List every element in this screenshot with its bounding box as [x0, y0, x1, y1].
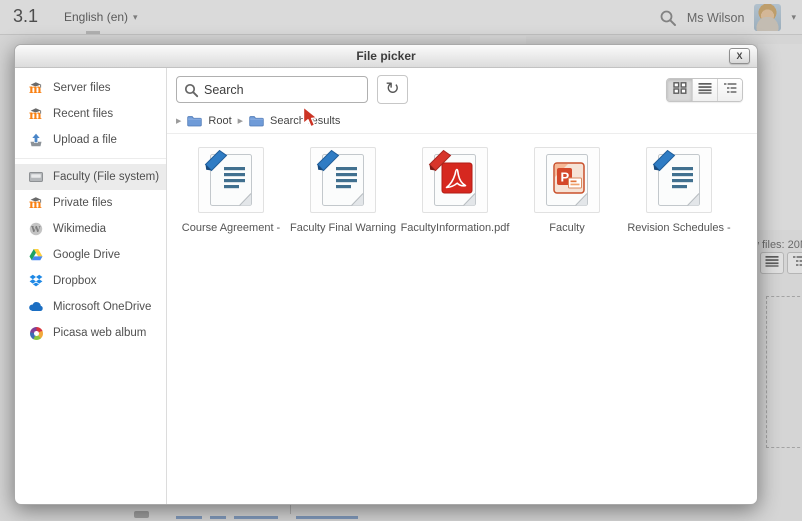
background-drop-area [766, 296, 802, 448]
sidebar-item-label: Dropbox [53, 275, 96, 287]
search-box [176, 76, 368, 103]
file-name: Course Agreement - [182, 222, 280, 234]
top-navbar: 3.1 English (en) ▾ Ms Wilson ▾ [0, 0, 802, 35]
picasa-icon [28, 325, 44, 341]
dropbox-icon [28, 273, 44, 289]
file-name: Faculty Final Warning [290, 222, 396, 234]
pdf-file-icon [422, 147, 488, 213]
doc-file-icon [198, 147, 264, 213]
sidebar-divider [15, 158, 166, 159]
chevron-down-icon[interactable]: ▾ [791, 12, 796, 23]
folder-icon [187, 115, 202, 127]
onedrive-icon [28, 299, 44, 315]
background-fragment [234, 516, 278, 519]
avatar[interactable] [754, 4, 781, 31]
language-menu[interactable]: English (en) ▾ [64, 10, 138, 24]
background-fragment [290, 505, 291, 514]
filesystem-icon [28, 169, 44, 185]
search-icon[interactable] [659, 9, 677, 27]
background-fragment [134, 511, 149, 518]
background-fragment [210, 516, 226, 519]
view-toggle-group [666, 78, 743, 102]
sidebar-item-upload-a-file[interactable]: Upload a file [15, 127, 166, 153]
file-item[interactable]: Revision Schedules - [623, 147, 735, 234]
breadcrumb-item[interactable]: Root [208, 115, 231, 127]
file-picker-toolbar: ↻ [167, 68, 757, 109]
list-view-icon [698, 82, 712, 97]
moodle-icon: m [28, 106, 44, 122]
sidebar-item-recent-files[interactable]: m Recent files [15, 101, 166, 127]
sidebar-item-label: Private files [53, 197, 112, 209]
tree-view-icon [723, 82, 737, 97]
background-fragment [86, 31, 100, 34]
sidebar-item-label: Wikimedia [53, 223, 106, 235]
file-name: Revision Schedules - [627, 222, 730, 234]
breadcrumb: ▶ Root ▶ Search results [167, 109, 757, 134]
view-icons-button[interactable] [667, 79, 692, 101]
repository-list: m Server files m Recent files Upload a f… [15, 68, 167, 504]
file-grid: Course Agreement - Faculty Final Warning… [167, 134, 757, 234]
breadcrumb-item[interactable]: Search results [270, 115, 340, 127]
site-logo: 3.1 [13, 6, 38, 27]
moodle-icon: m [28, 195, 44, 211]
sidebar-item-label: Microsoft OneDrive [53, 301, 151, 313]
background-view-list-button[interactable] [760, 252, 784, 274]
sidebar-item-label: Upload a file [53, 134, 117, 146]
topbar-user-area: Ms Wilson ▾ [659, 0, 796, 35]
dialog-title: File picker [356, 49, 415, 63]
file-picker-dialog: File picker X m Server files m Recent fi… [14, 44, 758, 505]
view-list-button[interactable] [692, 79, 717, 101]
tree-view-icon [792, 254, 802, 272]
breadcrumb-arrow-icon: ▶ [176, 117, 181, 125]
moodle-icon: m [28, 80, 44, 96]
sidebar-item-wikimedia[interactable]: W Wikimedia [15, 216, 166, 242]
sidebar-item-private-files[interactable]: m Private files [15, 190, 166, 216]
wikimedia-icon: W [28, 221, 44, 237]
background-view-tree-button[interactable] [787, 252, 802, 274]
sidebar-item-google-drive[interactable]: Google Drive [15, 242, 166, 268]
refresh-icon: ↻ [385, 79, 399, 99]
ppt-file-icon: P [534, 147, 600, 213]
chevron-down-icon: ▾ [133, 12, 138, 23]
doc-file-icon [646, 147, 712, 213]
sidebar-item-server-files[interactable]: m Server files [15, 75, 166, 101]
background-fragment [470, 36, 526, 44]
user-name[interactable]: Ms Wilson [687, 11, 745, 25]
sidebar-item-dropbox[interactable]: Dropbox [15, 268, 166, 294]
sidebar-item-label: Recent files [53, 108, 113, 120]
file-item[interactable]: Faculty Final Warning [287, 147, 399, 234]
breadcrumb-arrow-icon: ▶ [238, 117, 243, 125]
dialog-body: m Server files m Recent files Upload a f… [15, 68, 757, 504]
language-label: English (en) [64, 10, 128, 24]
sidebar-item-faculty-file-system[interactable]: Faculty (File system) [15, 164, 166, 190]
sidebar-item-microsoft-onedrive[interactable]: Microsoft OneDrive [15, 294, 166, 320]
background-form-area [758, 44, 802, 230]
file-item[interactable]: Course Agreement - [175, 147, 287, 234]
dialog-titlebar[interactable]: File picker X [15, 45, 757, 68]
background-fragment [176, 516, 202, 519]
refresh-button[interactable]: ↻ [377, 75, 408, 104]
googledrive-icon [28, 247, 44, 263]
file-item[interactable]: P Faculty [511, 147, 623, 234]
svg-text:W: W [30, 225, 41, 235]
background-max-size-text: w files: 20MB [751, 239, 802, 251]
sidebar-item-label: Google Drive [53, 249, 120, 261]
sidebar-item-picasa-web-album[interactable]: Picasa web album [15, 320, 166, 346]
file-item[interactable]: FacultyInformation.pdf [399, 147, 511, 234]
sidebar-item-label: Server files [53, 82, 111, 94]
icons-view-icon [673, 82, 687, 97]
close-button[interactable]: X [729, 48, 750, 64]
doc-file-icon [310, 147, 376, 213]
file-name: Faculty [549, 222, 584, 234]
file-name: FacultyInformation.pdf [401, 222, 510, 234]
folder-icon [249, 115, 264, 127]
file-picker-main: ↻ ▶ Root▶ Search results Course Agr [167, 68, 757, 504]
view-tree-button[interactable] [717, 79, 742, 101]
search-input[interactable] [177, 77, 367, 102]
sidebar-item-label: Faculty (File system) [53, 171, 159, 183]
sidebar-item-label: Picasa web album [53, 327, 146, 339]
background-fragment [296, 516, 358, 519]
upload-icon [28, 132, 44, 148]
list-view-icon [765, 254, 779, 272]
